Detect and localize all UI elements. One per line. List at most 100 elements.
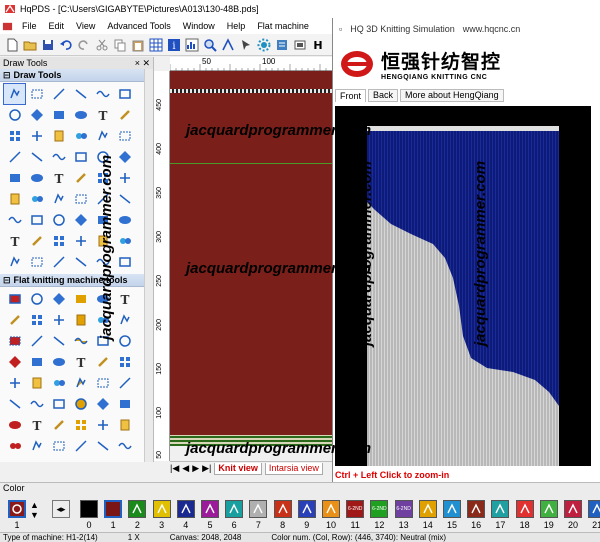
settings-icon[interactable] [256,37,272,53]
tool-button[interactable] [4,252,25,272]
tool-button[interactable] [92,415,113,435]
tool-button[interactable] [70,331,91,351]
tool-button[interactable] [114,168,135,188]
tool-button[interactable] [26,373,47,393]
redo-icon[interactable] [76,37,92,53]
sim-tab-back[interactable]: Back [368,88,399,102]
tool-button[interactable] [48,84,69,104]
tool-button[interactable] [70,252,91,272]
tool-button[interactable] [26,105,47,125]
tool-button[interactable] [48,105,69,125]
color-swatch[interactable] [588,500,600,518]
zoom-icon[interactable] [202,37,218,53]
tool-button[interactable] [26,436,47,456]
color-swatch[interactable]: 6-2ND [394,500,413,518]
tool-button[interactable] [114,415,135,435]
tool-button[interactable] [114,147,135,167]
tool-button[interactable] [70,394,91,414]
tool-button[interactable]: T [4,231,25,251]
tool-button[interactable] [114,84,135,104]
database-icon[interactable] [274,37,290,53]
tool-button[interactable] [48,147,69,167]
section-header-flat-machine[interactable]: ⊟ Flat knitting machine tools [0,274,153,287]
tool-button[interactable] [48,394,69,414]
menu-advanced-tools[interactable]: Advanced Tools [101,21,176,31]
tool-button[interactable] [114,310,135,330]
nav-last-icon[interactable]: ▶| [202,463,211,474]
tool-button[interactable] [92,126,113,146]
tool-button[interactable] [26,210,47,230]
tool-button[interactable] [4,105,25,125]
tool-button[interactable] [92,373,113,393]
panel-close-icon[interactable]: × ✕ [135,58,150,69]
tool-button[interactable] [26,126,47,146]
tool-button[interactable] [70,84,91,104]
tool-button[interactable]: T [70,352,91,372]
tool-button[interactable] [114,373,135,393]
tool-button[interactable] [26,289,47,309]
tool-button[interactable] [4,415,25,435]
tool-button[interactable] [26,310,47,330]
collapse-icon[interactable]: ⊟ [3,275,11,286]
color-swatch[interactable] [491,500,510,518]
nav-next-icon[interactable]: ▶ [192,463,199,474]
tool-button[interactable] [92,352,113,372]
section-header-draw-tools[interactable]: ⊟ Draw Tools [0,69,153,82]
tool-button[interactable] [114,126,135,146]
color-swatch[interactable] [297,500,316,518]
help-icon[interactable]: H [310,37,326,53]
tool-button[interactable] [70,310,91,330]
color-swatch[interactable]: 6-2ND [370,500,389,518]
tool-button[interactable] [92,436,113,456]
undo-icon[interactable] [58,37,74,53]
tool-button[interactable] [114,436,135,456]
tool-button[interactable] [114,105,135,125]
color-swatch[interactable] [176,500,195,518]
color-swatch[interactable] [322,500,340,518]
tool-button[interactable] [48,126,69,146]
tool-button[interactable] [48,252,69,272]
tool-button[interactable] [26,168,47,188]
tool-button[interactable]: T [92,105,113,125]
tool-button[interactable] [26,189,47,209]
tool-button[interactable] [26,231,47,251]
tool-button[interactable] [4,436,25,456]
copy-icon[interactable] [112,37,128,53]
menu-help[interactable]: Help [221,21,252,31]
tool-button[interactable] [70,436,91,456]
tool-button[interactable] [26,252,47,272]
tool-button[interactable] [4,126,25,146]
menu-flat-machine[interactable]: Flat machine [251,21,315,31]
tool-button[interactable] [4,210,25,230]
tool-button[interactable] [4,373,25,393]
tool-button[interactable] [70,189,91,209]
tool-button[interactable] [48,436,69,456]
menu-file[interactable]: File [16,21,43,31]
color-swatch[interactable] [80,500,98,518]
menu-window[interactable]: Window [177,21,221,31]
chart-icon[interactable] [184,37,200,53]
tool-button[interactable] [114,210,135,230]
cut-icon[interactable] [94,37,110,53]
tool-button[interactable]: T [26,415,47,435]
color-swatch[interactable] [152,500,171,518]
tool-button[interactable]: T [114,289,135,309]
tool-button[interactable] [4,394,25,414]
tool-button[interactable] [48,373,69,393]
color-swatch[interactable] [418,500,437,518]
tool-button[interactable] [48,352,69,372]
tool-button[interactable] [48,210,69,230]
save-icon[interactable] [40,37,56,53]
color-spin-icon[interactable]: ▲ ▼ [30,500,42,520]
tool-button[interactable] [48,310,69,330]
panel-scrollbar[interactable] [144,69,153,462]
tool-button[interactable] [48,415,69,435]
paste-icon[interactable] [130,37,146,53]
color-swatch[interactable] [564,500,582,518]
tool-button[interactable] [4,289,25,309]
color-scroll-icon[interactable]: ◂▸ [52,500,70,518]
tool-button[interactable] [4,310,25,330]
tool-button[interactable] [26,394,47,414]
color-swatch[interactable] [249,500,268,518]
color-swatch[interactable] [539,500,558,518]
